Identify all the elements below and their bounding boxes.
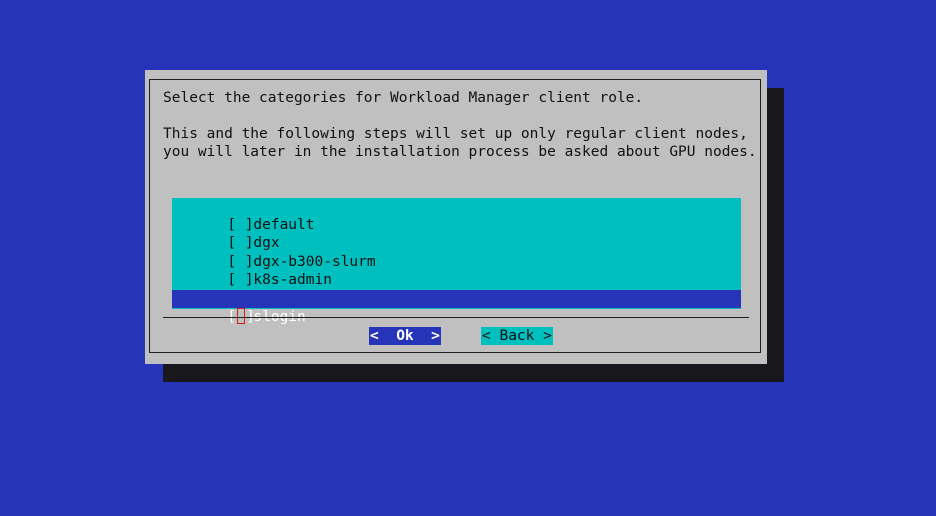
checklist-item-k8s-admin[interactable]: [ ]k8s-admin bbox=[172, 253, 741, 288]
checklist-dialog: Select the categories for Workload Manag… bbox=[145, 70, 767, 364]
dialog-info-line-1: This and the following steps will set up… bbox=[163, 126, 748, 142]
checklist-item-dgx[interactable]: [ ]dgx bbox=[172, 216, 741, 251]
dialog-prompt: Select the categories for Workload Manag… bbox=[163, 90, 644, 106]
checklist-item-default[interactable]: [ ]default bbox=[172, 198, 741, 233]
back-right-bracket: > bbox=[543, 328, 552, 344]
checklist-item-k8s-user[interactable]: [ ]k8s-user bbox=[172, 271, 741, 306]
checklist-item-dgx-b300-slurm[interactable]: [ ]dgx-b300-slurm bbox=[172, 235, 741, 270]
back-button-label: Back bbox=[499, 328, 535, 344]
checklist-item-slogin[interactable]: []slogin bbox=[172, 290, 741, 325]
dialog-info-line-2: you will later in the installation proce… bbox=[163, 144, 757, 160]
text-cursor bbox=[237, 308, 246, 324]
back-left-bracket: < bbox=[482, 328, 491, 344]
back-button[interactable]: < Back > bbox=[481, 327, 553, 345]
ok-left-bracket: < bbox=[370, 328, 379, 344]
category-checklist: [ ]default [ ]dgx [ ]dgx-b300-slurm [ ]k… bbox=[172, 198, 741, 325]
ok-button[interactable]: < Ok > bbox=[369, 327, 441, 345]
button-separator bbox=[163, 317, 749, 318]
ok-button-label: Ok bbox=[396, 328, 414, 344]
ok-right-bracket: > bbox=[431, 328, 440, 344]
